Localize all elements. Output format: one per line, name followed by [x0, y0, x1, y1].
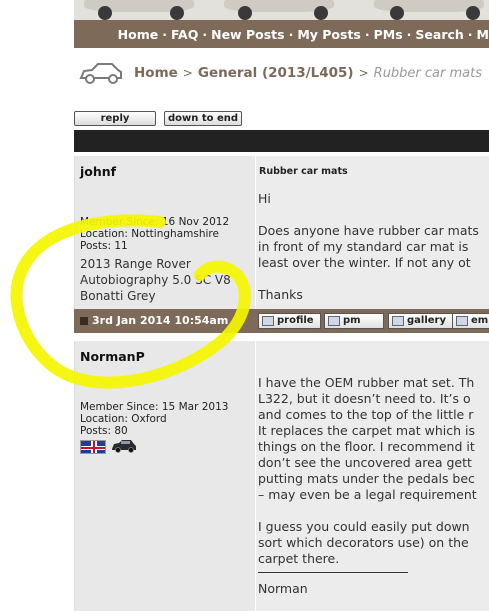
- breadcrumb-home-link[interactable]: Home: [134, 65, 178, 81]
- post-subject: Rubber car mats: [259, 166, 348, 177]
- email-button[interactable]: em: [452, 313, 489, 329]
- member-car-line: Autobiography 5.0 SC V8: [80, 273, 231, 287]
- post-body-line: putting mats under the pedals bec: [258, 471, 475, 486]
- member-car-line: Bonatti Grey: [80, 289, 156, 303]
- post-body-line: and comes to the top of the little r: [258, 407, 474, 422]
- breadcrumb-forum-link[interactable]: General (2013/L405): [198, 65, 354, 81]
- thread-header-bar: [74, 130, 489, 152]
- post-username[interactable]: johnf: [80, 164, 116, 179]
- member-location: Location: Nottinghamshire: [80, 228, 219, 240]
- post-body-line: – may even be a legal requirement: [258, 487, 477, 502]
- post-date-bar: 3rd Jan 2014 10:54am: [74, 309, 255, 333]
- signature-divider: [258, 572, 408, 573]
- top-navbar: Home · FAQ · New Posts · My Posts · PMs · Search · M: [74, 20, 489, 48]
- gallery-icon: [392, 316, 404, 326]
- breadcrumb-current-topic: Rubber car mats: [373, 65, 482, 81]
- breadcrumb-separator: >: [182, 66, 193, 80]
- post-body-line: Does anyone have rubber car mats: [258, 223, 479, 238]
- post-body-line: L322, but it doesn’t need to. It’s o: [258, 391, 471, 406]
- nav-home-link[interactable]: Home: [118, 27, 159, 42]
- member-location: Location: Oxford: [80, 413, 167, 425]
- header-banner-image: [74, 0, 489, 20]
- nav-faq-link[interactable]: FAQ: [171, 27, 198, 42]
- post-body-line: things on the floor. I recommend it: [258, 439, 475, 454]
- email-icon: [456, 316, 468, 326]
- post-body-line: I guess you could easily put down: [258, 519, 470, 534]
- post-body-line: least over the winter. If not any ot: [258, 255, 471, 270]
- member-since: Member Since: 15 Mar 2013: [80, 401, 229, 413]
- gallery-button[interactable]: gallery: [388, 313, 453, 329]
- reply-button[interactable]: reply: [74, 111, 156, 126]
- member-post-count: Posts: 80: [80, 425, 128, 437]
- post-body-line: It replaces the carpet mat which is: [258, 423, 475, 438]
- car-thumbnail-icon: [112, 440, 136, 453]
- nav-search-link[interactable]: Search: [415, 27, 463, 42]
- uk-flag-icon: [80, 440, 106, 454]
- post-body-line: don’t see the uncovered area gett: [258, 455, 472, 470]
- pm-icon: [328, 316, 340, 326]
- profile-icon: [262, 316, 274, 326]
- post-username[interactable]: NormanP: [80, 349, 145, 364]
- post-body-line: carpet there.: [258, 551, 340, 566]
- car-icon: [79, 63, 122, 84]
- member-post-count: Posts: 11: [80, 240, 128, 252]
- breadcrumb: Home > General (2013/L405) > Rubber car …: [78, 58, 482, 88]
- post-signature: Norman: [258, 581, 308, 596]
- breadcrumb-separator: >: [358, 66, 369, 80]
- post-body-line: Hi: [258, 191, 271, 206]
- nav-my-posts-link[interactable]: My Posts: [297, 27, 361, 42]
- post-link-icon[interactable]: [80, 317, 88, 325]
- member-since: Member Since: 16 Nov 2012: [80, 216, 230, 228]
- post-actions-bar: profile pm gallery em: [255, 309, 489, 333]
- post-body-line: I have the OEM rubber mat set. Th: [258, 375, 475, 390]
- profile-button[interactable]: profile: [258, 313, 321, 329]
- pm-button[interactable]: pm: [324, 313, 384, 329]
- post-body-line: Thanks: [258, 287, 303, 302]
- nav-pms-link[interactable]: PMs: [374, 27, 403, 42]
- post-author-panel: [75, 341, 256, 611]
- post-date: 3rd Jan 2014 10:54am: [92, 314, 229, 327]
- down-to-end-button[interactable]: down to end: [164, 111, 242, 126]
- member-car-line: 2013 Range Rover: [80, 257, 191, 271]
- nav-new-posts-link[interactable]: New Posts: [211, 27, 284, 42]
- nav-more-link[interactable]: M: [477, 27, 489, 42]
- post-body-line: sort which decorators use) on the: [258, 535, 469, 550]
- post-body-line: in front of my standard car mat is: [258, 239, 469, 254]
